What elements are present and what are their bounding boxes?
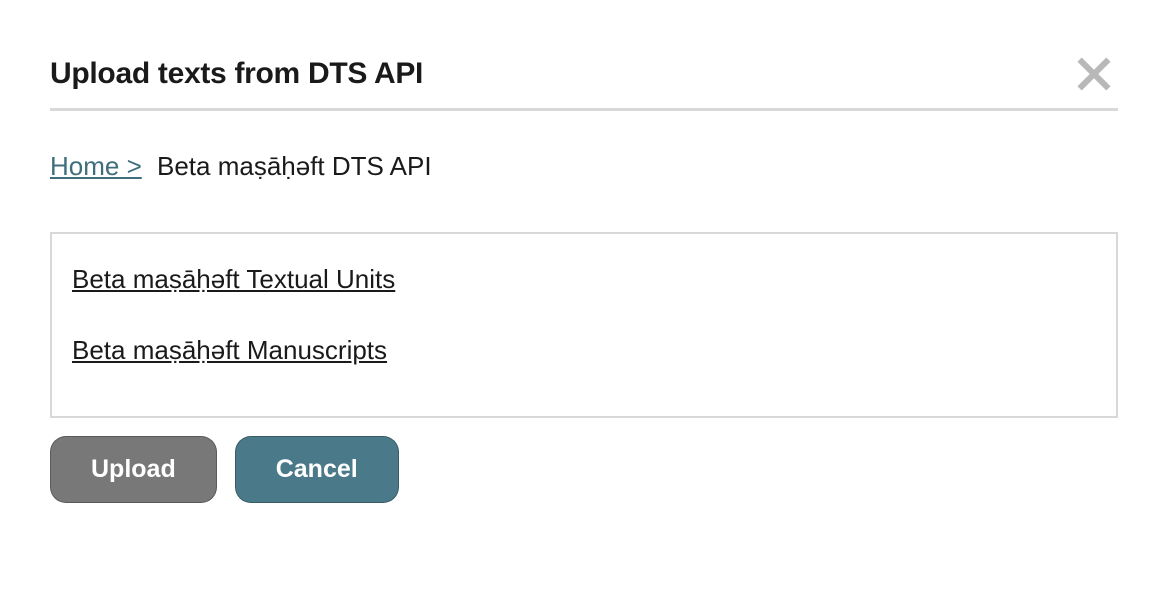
cancel-button[interactable]: Cancel: [235, 436, 399, 503]
dialog-title: Upload texts from DTS API: [50, 57, 423, 91]
listing-item-manuscripts[interactable]: Beta maṣāḥəft Manuscripts: [72, 335, 1096, 366]
breadcrumb-home-link[interactable]: Home >: [50, 151, 142, 181]
dialog-header: Upload texts from DTS API: [50, 50, 1118, 111]
breadcrumb: Home > Beta maṣāḥəft DTS API: [50, 151, 1118, 182]
button-row: Upload Cancel: [50, 436, 1118, 503]
breadcrumb-current: Beta maṣāḥəft DTS API: [157, 151, 432, 181]
upload-button[interactable]: Upload: [50, 436, 217, 503]
listing-box: Beta maṣāḥəft Textual Units Beta maṣāḥəf…: [50, 232, 1118, 418]
close-icon[interactable]: [1070, 50, 1118, 98]
listing-item-textual-units[interactable]: Beta maṣāḥəft Textual Units: [72, 264, 1096, 295]
